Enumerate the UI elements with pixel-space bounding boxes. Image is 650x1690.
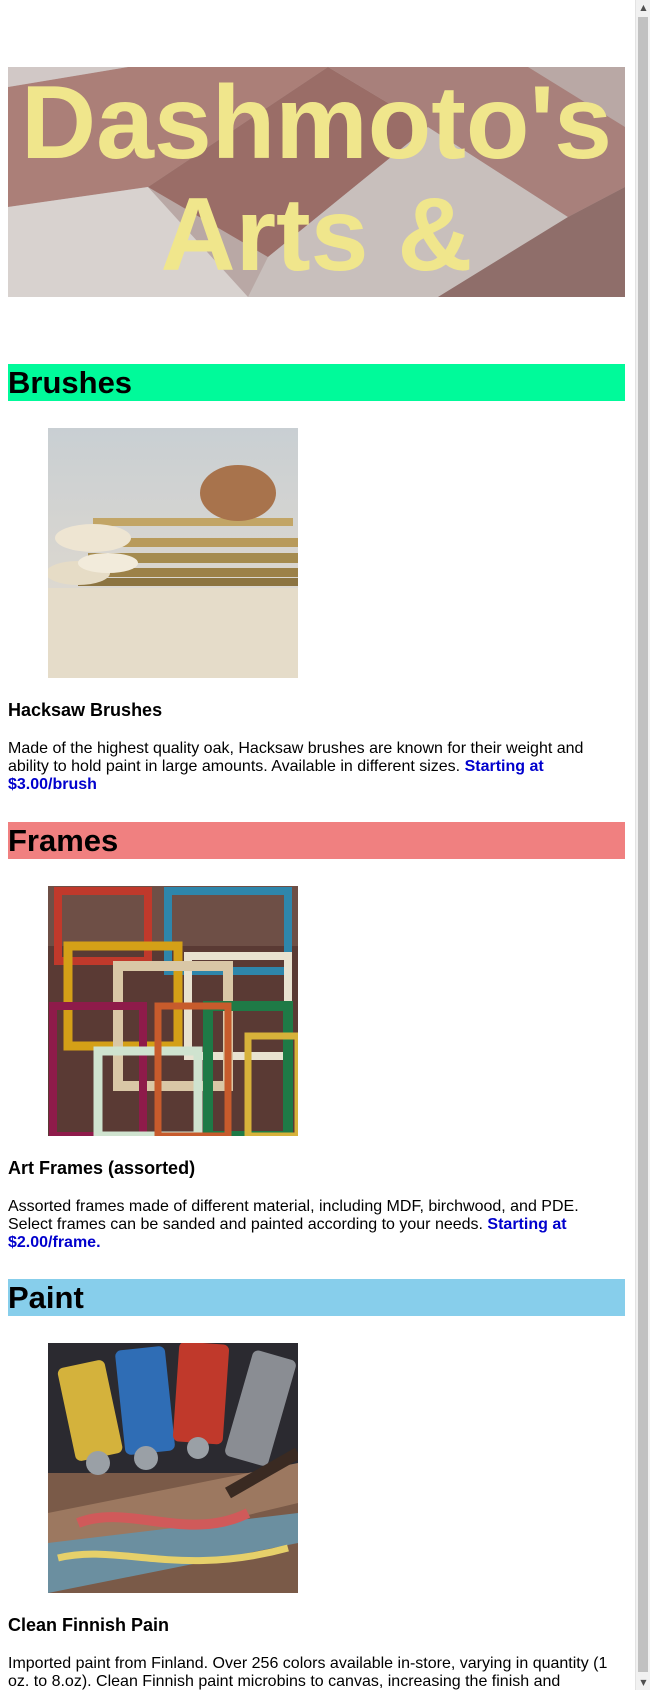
header-banner: Dashmoto's Arts & Crafts (8, 67, 625, 297)
page: Dashmoto's Arts & Crafts Brushes (0, 0, 650, 1690)
product-name-brushes: Hacksaw Brushes (8, 700, 163, 720)
site-title-line2: Arts & Crafts (160, 177, 473, 297)
product-description-brushes: Made of the highest quality oak, Hacksaw… (8, 740, 608, 794)
vertical-scrollbar[interactable]: ▲ ▼ (635, 0, 650, 1690)
site-title-line1: Dashmoto's (20, 67, 613, 181)
product-description-paint: Imported paint from Finland. Over 256 co… (8, 1655, 608, 1690)
description-text: Imported paint from Finland. Over 256 co… (8, 1655, 608, 1690)
scroll-down-arrow-icon[interactable]: ▼ (636, 1675, 650, 1690)
product-name-frames: Art Frames (assorted) (8, 1158, 196, 1178)
scrollbar-thumb[interactable] (638, 17, 648, 1672)
frames-photo (48, 886, 298, 1136)
section-heading-brushes: Brushes (8, 364, 625, 401)
scroll-up-arrow-icon[interactable]: ▲ (636, 0, 650, 15)
paint-photo (48, 1343, 298, 1593)
product-description-frames: Assorted frames made of different materi… (8, 1198, 608, 1252)
site-title: Dashmoto's Arts & Crafts (8, 67, 625, 297)
section-heading-frames: Frames (8, 822, 625, 859)
section-heading-paint: Paint (8, 1279, 625, 1316)
product-name-paint: Clean Finnish Pain (8, 1615, 170, 1635)
brushes-photo (48, 428, 298, 678)
